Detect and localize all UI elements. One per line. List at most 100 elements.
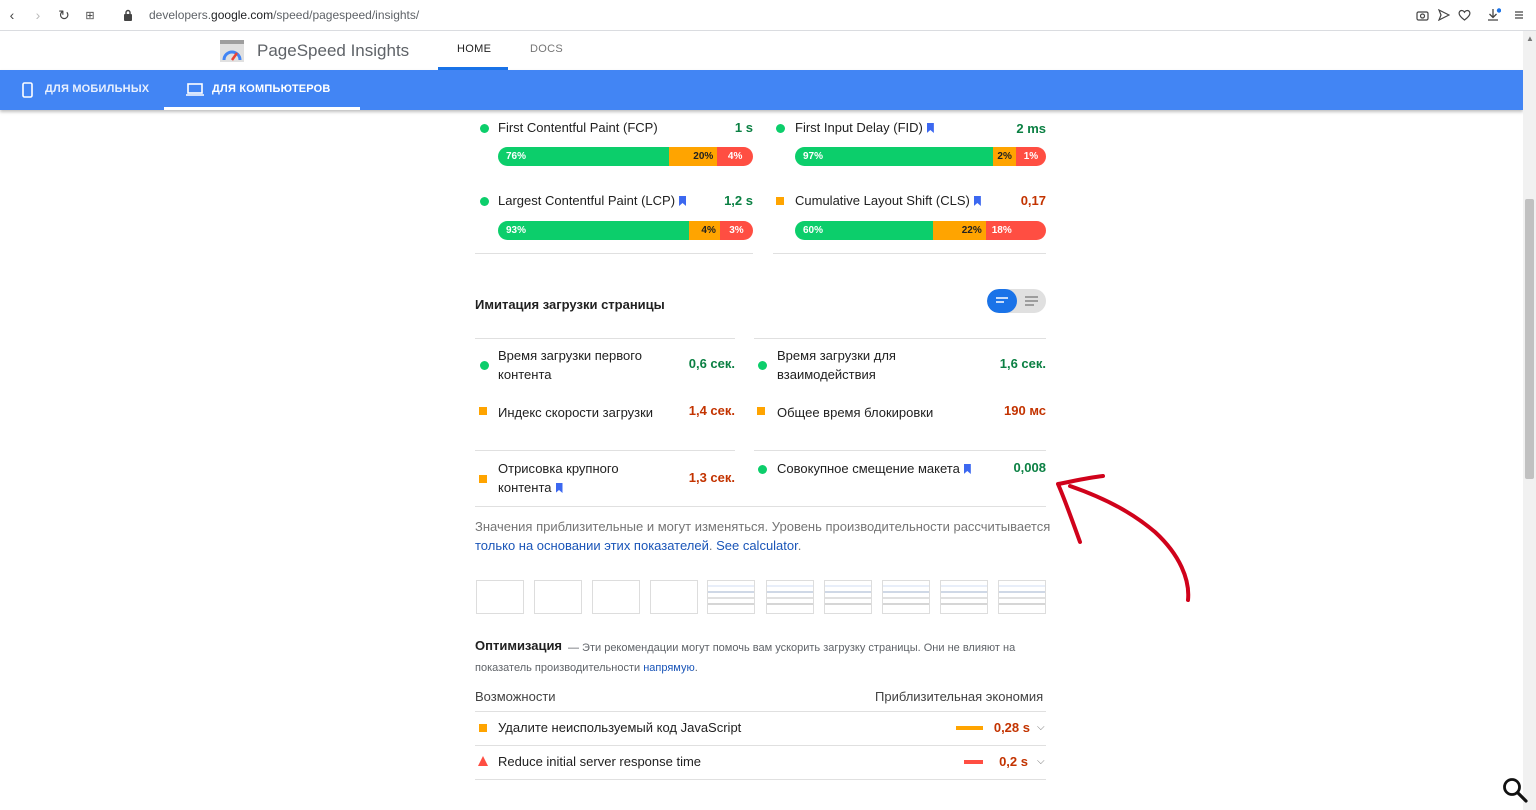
filmstrip-frame	[650, 580, 698, 614]
fid-avg-segment: 2%	[993, 147, 1016, 166]
screen: ‹ › ↻ ⊞ developers.google.com/speed/page…	[0, 0, 1536, 810]
fid-good-segment: 97%	[795, 147, 994, 166]
scroll-up-icon[interactable]: ▲	[1526, 34, 1534, 43]
lcp-poor-segment: 3%	[719, 221, 753, 240]
bookmark-icon	[679, 196, 687, 206]
cls-poor-segment: 18%	[985, 221, 1046, 240]
note-sep: .	[708, 538, 717, 553]
optimization-desc-end: .	[694, 662, 698, 674]
metrics-link[interactable]: только на основании этих показателей	[475, 538, 709, 553]
cls-good-segment: 60%	[795, 221, 934, 240]
cls-label-text: Cumulative Layout Shift (CLS)	[795, 193, 970, 208]
list-view-icon	[1025, 296, 1038, 306]
pagespeed-logo-icon	[220, 40, 244, 62]
tab-desktop[interactable]: ДЛЯ КОМПЬЮТЕРОВ	[212, 83, 331, 95]
opp-status-poor-icon	[478, 756, 488, 766]
download-icon[interactable]	[1486, 7, 1502, 23]
heart-icon[interactable]	[1456, 7, 1472, 23]
cls-value: 0,17	[1020, 193, 1046, 208]
opp-server-response-label[interactable]: Reduce initial server response time	[498, 754, 701, 769]
lcp-status-good-icon	[480, 197, 489, 206]
lab-cls-label-text: Совокупное смещение макета	[777, 461, 960, 476]
menu-icon[interactable]	[1511, 7, 1527, 23]
address-bar[interactable]: developers.google.com/speed/pagespeed/in…	[149, 8, 419, 22]
device-tab-bar: ДЛЯ МОБИЛЬНЫХ ДЛЯ КОМПЬЮТЕРОВ	[0, 70, 1523, 110]
fid-label-text: First Input Delay (FID)	[795, 120, 923, 135]
divider	[475, 506, 1046, 507]
chevron-down-icon[interactable]: ⌵	[1037, 722, 1045, 733]
lock-icon	[120, 7, 136, 23]
chevron-down-icon[interactable]: ⌵	[1037, 756, 1045, 767]
filmstrip-frame	[998, 580, 1046, 614]
fid-label: First Input Delay (FID)	[795, 120, 934, 135]
divider	[475, 253, 753, 254]
directly-link[interactable]: напрямую	[643, 662, 695, 674]
forward-icon[interactable]: ›	[30, 7, 46, 23]
divider	[754, 338, 1046, 339]
annotation-arrow-icon	[1056, 474, 1191, 602]
active-device-indicator	[164, 107, 360, 110]
back-icon[interactable]: ‹	[4, 7, 20, 23]
fcp-avg-segment: 20%	[668, 147, 718, 166]
fcp-distribution-bar: 76% 20% 4%	[498, 147, 753, 166]
fid-status-good-icon	[776, 124, 785, 133]
summary-view-icon	[996, 297, 1008, 303]
filmstrip-frame	[476, 580, 524, 614]
opp-server-response-value: 0,2 s	[999, 754, 1028, 769]
cls-status-average-icon	[776, 197, 784, 205]
opp-unused-js-savings-bar	[956, 726, 983, 730]
cls-avg-segment: 22%	[933, 221, 986, 240]
lab-cls-value: 0,008	[1013, 460, 1046, 475]
tti-status-good-icon	[758, 361, 767, 370]
calculator-link[interactable]: See calculator	[716, 538, 798, 553]
lcp-good-segment: 93%	[498, 221, 690, 240]
opp-unused-js-label[interactable]: Удалите неиспользуемый код JavaScript	[498, 720, 741, 735]
tab-home[interactable]: HOME	[457, 43, 491, 55]
tab-docs[interactable]: DOCS	[530, 43, 563, 55]
divider	[475, 745, 1046, 746]
savings-header: Приблизительная экономия	[875, 689, 1044, 704]
optimization-description: — Эти рекомендации могут помочь вам уско…	[475, 638, 1050, 678]
lab-tti-value: 1,6 сек.	[999, 356, 1046, 371]
lcp-label-text: Largest Contentful Paint (LCP)	[498, 193, 676, 208]
page-scrollbar[interactable]: ▲	[1523, 31, 1536, 810]
reload-icon[interactable]: ↻	[56, 7, 72, 23]
lab-fcp-value: 0,6 сек.	[688, 356, 735, 371]
fcp-label: First Contentful Paint (FCP)	[498, 120, 658, 135]
url-path: /speed/pagespeed/insights/	[273, 8, 420, 22]
lcp-label: Largest Contentful Paint (LCP)	[498, 193, 687, 208]
send-icon[interactable]	[1436, 7, 1452, 23]
filmstrip-frame	[707, 580, 755, 614]
summary-view-button[interactable]	[987, 289, 1017, 313]
divider	[773, 253, 1046, 254]
lcp-distribution-bar: 93% 4% 3%	[498, 221, 753, 240]
filmstrip-frame	[766, 580, 814, 614]
list-view-button[interactable]	[1017, 289, 1046, 313]
fcp-value: 1 s	[734, 120, 753, 135]
lab-lcp-label: Отрисовка крупного контента	[498, 459, 658, 497]
divider	[475, 338, 735, 339]
lab-tti-label: Время загрузки для взаимодействия	[777, 348, 896, 382]
lab-si-value: 1,4 сек.	[688, 403, 735, 418]
tab-mobile[interactable]: ДЛЯ МОБИЛЬНЫХ	[45, 83, 149, 95]
apps-grid-icon[interactable]: ⊞	[82, 7, 98, 23]
mobile-icon	[22, 82, 33, 103]
desktop-icon	[186, 83, 204, 101]
search-icon[interactable]	[1502, 777, 1528, 803]
lab-tbt-label: Общее время блокировки	[777, 405, 934, 420]
divider	[754, 450, 1046, 451]
lcp-value: 1,2 s	[724, 193, 753, 208]
camera-icon[interactable]	[1414, 7, 1430, 23]
url-prefix: developers.	[149, 8, 212, 22]
scrollbar-thumb[interactable]	[1525, 199, 1534, 479]
lab-fcp-label: Время загрузки первого контента	[498, 348, 642, 382]
lab-si-label: Индекс скорости загрузки	[498, 405, 654, 420]
view-toggle[interactable]	[987, 289, 1046, 313]
app-title: PageSpeed Insights	[257, 41, 410, 60]
filmstrip-frame	[592, 580, 640, 614]
lab-section-title: Имитация загрузки страницы	[475, 297, 665, 312]
lcp-lab-status-average-icon	[479, 475, 487, 483]
opportunities-header: Возможности	[475, 689, 556, 704]
fcp-good-segment: 76%	[498, 147, 669, 166]
note-text: Значения приблизительные и могут изменят…	[475, 519, 1051, 534]
